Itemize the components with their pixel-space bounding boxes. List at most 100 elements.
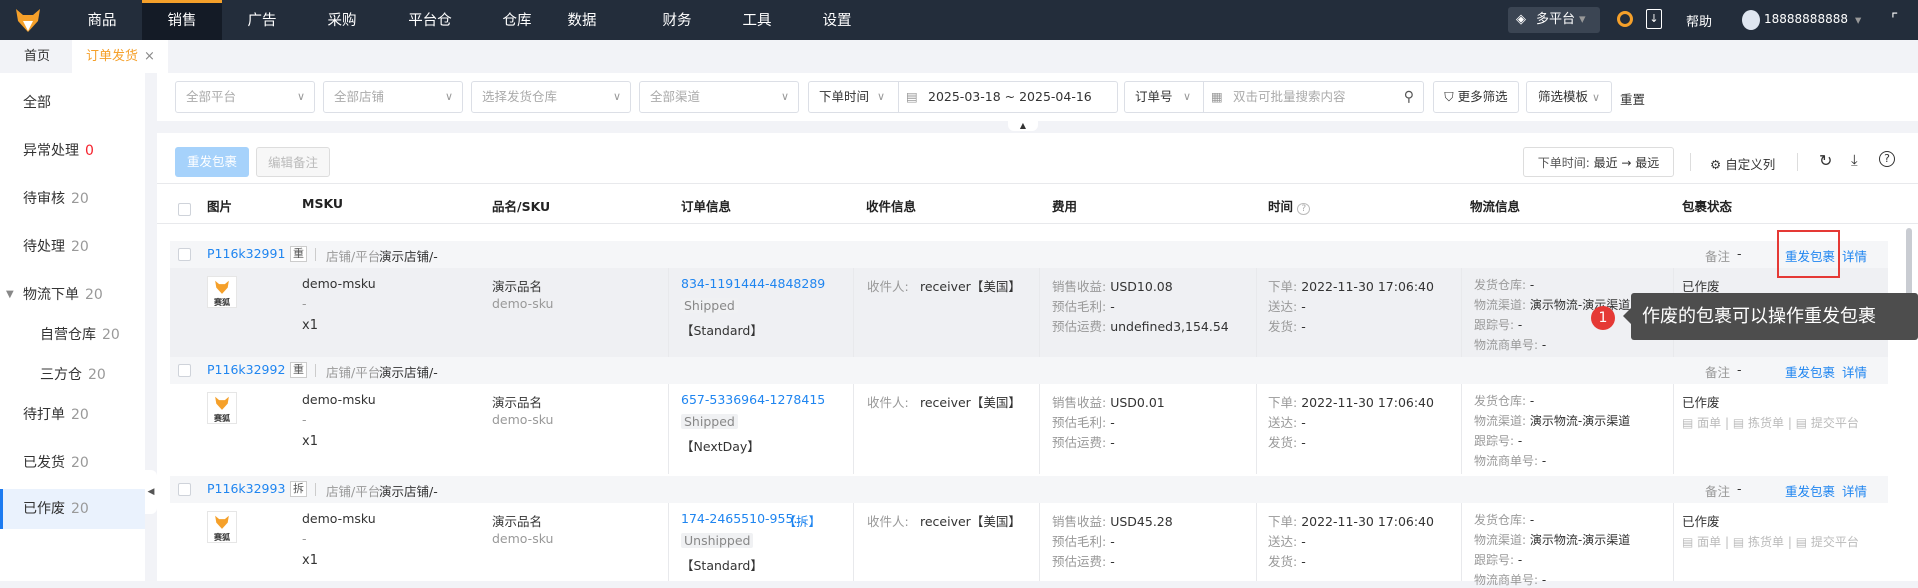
- text-label: 收件人:: [867, 279, 909, 294]
- tab-order-shipping[interactable]: 订单发货 ×: [72, 40, 168, 73]
- nav-item[interactable]: 设置: [797, 0, 877, 40]
- text-label: 物流渠道:: [1474, 298, 1527, 312]
- text-label: 收件人:: [867, 514, 909, 529]
- date-range[interactable]: 2025-03-18 ~ 2025-04-16: [928, 82, 1092, 112]
- nav-item[interactable]: 财务: [637, 0, 717, 40]
- container: 物流商单号: -: [1474, 336, 1546, 353]
- nav-item[interactable]: 平台仓: [390, 0, 470, 40]
- date-filter[interactable]: 下单时间 ∨ ▤ 2025-03-18 ~ 2025-04-16: [808, 81, 1118, 113]
- order-search[interactable]: 订单号 ∨ ▦ 双击可批量搜索内容 ⚲: [1124, 81, 1424, 113]
- headset-icon[interactable]: [1617, 11, 1633, 27]
- channel-select[interactable]: 全部渠道 ∨: [639, 81, 799, 113]
- container: [215, 280, 229, 294]
- submit-platform-button[interactable]: ▤ 提交平台: [1796, 416, 1859, 430]
- nav-item[interactable]: 销售: [142, 0, 222, 40]
- edit-note-button[interactable]: 编辑备注: [256, 147, 330, 177]
- platform-select[interactable]: 全部平台 ∨: [175, 81, 315, 113]
- package-badge: 重: [290, 362, 307, 378]
- warehouse-select[interactable]: 选择发货仓库 ∨: [471, 81, 631, 113]
- reset-button[interactable]: 重置: [1620, 89, 1645, 108]
- product-image[interactable]: 赛狐: [207, 276, 237, 308]
- container: 预估运费: -: [1052, 551, 1115, 570]
- nav-item[interactable]: 采购: [302, 0, 382, 40]
- time-type-select[interactable]: 下单时间: [819, 89, 869, 104]
- search-type-select[interactable]: 订单号: [1135, 89, 1173, 104]
- close-icon[interactable]: ×: [144, 49, 155, 64]
- resend-package-link[interactable]: 重发包裹: [1785, 362, 1835, 381]
- text-label: -: [1110, 554, 1115, 569]
- export-icon[interactable]: ⤓: [1851, 151, 1858, 169]
- sidebar-item[interactable]: 已发货 20: [0, 443, 145, 483]
- order-number-link[interactable]: 834-1191444-4848289: [681, 276, 825, 291]
- help-link[interactable]: 帮助: [1686, 11, 1712, 30]
- sidebar-item[interactable]: 全部: [0, 83, 145, 123]
- more-filters-button[interactable]: ⛉ 更多筛选: [1433, 81, 1519, 113]
- detail-link[interactable]: 详情: [1842, 246, 1867, 265]
- sidebar-item[interactable]: 三方仓 20: [0, 355, 145, 395]
- avatar[interactable]: [1742, 10, 1760, 30]
- nav-item[interactable]: 数据: [542, 0, 622, 40]
- order-number-link[interactable]: 657-5336964-1278415: [681, 392, 825, 407]
- chevron-down-icon: ∨: [296, 90, 305, 103]
- container: 物流商单号: -: [1474, 452, 1546, 469]
- collapse-filter-icon[interactable]: ▲: [1008, 121, 1038, 131]
- picklist-button[interactable]: ▤ 拣货单: [1733, 535, 1784, 549]
- collapse-sidebar-icon[interactable]: ◀: [145, 470, 157, 514]
- text-label: -: [1517, 318, 1523, 332]
- nav-item[interactable]: 工具: [717, 0, 797, 40]
- product-image[interactable]: 赛狐: [207, 511, 237, 543]
- tab-home[interactable]: 首页: [24, 40, 50, 73]
- sidebar-item[interactable]: 异常处理 0: [0, 131, 145, 171]
- sort-select[interactable]: 下单时间: 最近 → 最远: [1523, 147, 1674, 177]
- container: [1039, 268, 1040, 358]
- page-tabs: 首页 订单发货 ×: [0, 40, 1918, 73]
- filter-template-select[interactable]: 筛选模板 ∨: [1526, 81, 1612, 113]
- row-checkbox[interactable]: [178, 248, 191, 261]
- search-icon[interactable]: ⚲: [1404, 82, 1414, 112]
- sidebar-item[interactable]: ▼ 物流下单 20: [0, 275, 145, 315]
- text-label: 全部平台: [186, 89, 237, 104]
- sidebar-item[interactable]: 待打单 20: [0, 395, 145, 435]
- package-id-link[interactable]: P116k32992: [207, 362, 285, 377]
- container: 发货仓库: -: [1474, 276, 1534, 293]
- text-label: -: [1529, 513, 1535, 527]
- platform-switch[interactable]: ◈ 多平台 ▾: [1508, 7, 1600, 33]
- column-header: 时间 ?: [1268, 196, 1311, 215]
- package-id-link[interactable]: P116k32991: [207, 246, 285, 261]
- resend-package-link[interactable]: 重发包裹: [1785, 481, 1835, 500]
- download-icon[interactable]: ↓: [1646, 9, 1662, 29]
- waybill-button[interactable]: ▤ 面单: [1682, 535, 1721, 549]
- sidebar-item[interactable]: 自营仓库 20: [0, 315, 145, 355]
- custom-columns-button[interactable]: ⚙ 自定义列: [1710, 154, 1775, 173]
- resend-package-button[interactable]: 重发包裹: [175, 147, 249, 177]
- text-label: 更多筛选: [1457, 89, 1508, 104]
- refresh-icon[interactable]: ↻: [1819, 151, 1832, 170]
- detail-link[interactable]: 详情: [1842, 362, 1867, 381]
- sidebar-item[interactable]: 待处理 20: [0, 227, 145, 267]
- fullscreen-icon[interactable]: ⌜: [1891, 10, 1898, 28]
- sidebar-item[interactable]: 待审核 20: [0, 179, 145, 219]
- sidebar-item[interactable]: 已作废 20: [0, 489, 145, 529]
- shop-select[interactable]: 全部店铺 ∨: [323, 81, 463, 113]
- submit-platform-button[interactable]: ▤ 提交平台: [1796, 535, 1859, 549]
- row-checkbox[interactable]: [178, 483, 191, 496]
- picklist-button[interactable]: ▤ 拣货单: [1733, 416, 1784, 430]
- container: 送达: -: [1268, 531, 1306, 550]
- detail-link[interactable]: 详情: [1842, 481, 1867, 500]
- product-image[interactable]: 赛狐: [207, 392, 237, 424]
- help-icon[interactable]: ?: [1879, 151, 1895, 167]
- waybill-button[interactable]: ▤ 面单: [1682, 416, 1721, 430]
- text-label: 待处理: [23, 239, 65, 255]
- nav-item[interactable]: 广告: [222, 0, 302, 40]
- text-label: -: [1737, 481, 1742, 496]
- row-checkbox[interactable]: [178, 364, 191, 377]
- select-all-checkbox[interactable]: [178, 203, 191, 216]
- user-menu[interactable]: 18888888888: [1764, 12, 1848, 26]
- search-input[interactable]: 双击可批量搜索内容: [1233, 82, 1346, 112]
- caret-down-icon: ▾: [1579, 12, 1586, 27]
- nav-item[interactable]: 商品: [62, 0, 142, 40]
- package-id-link[interactable]: P116k32993: [207, 481, 285, 496]
- text-label: 预估毛利:: [1052, 534, 1107, 549]
- container: 发货仓库: -: [1474, 511, 1534, 528]
- fox-logo-icon[interactable]: [14, 7, 42, 33]
